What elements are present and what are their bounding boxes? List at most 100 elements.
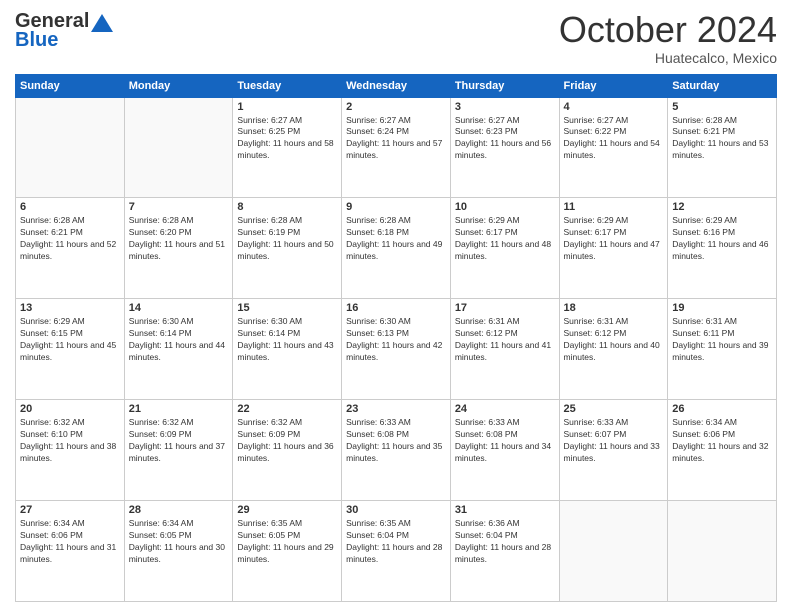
calendar-week-row: 1Sunrise: 6:27 AMSunset: 6:25 PMDaylight… bbox=[16, 97, 777, 198]
calendar-cell: 28Sunrise: 6:34 AMSunset: 6:05 PMDayligh… bbox=[124, 501, 233, 602]
day-info: Sunrise: 6:35 AMSunset: 6:04 PMDaylight:… bbox=[346, 518, 446, 566]
calendar-cell: 13 Sunrise: 6:29 AMSunset: 6:15 PMDayligh… bbox=[16, 299, 125, 400]
day-info: Sunrise: 6:28 AMSunset: 6:20 PMDaylight:… bbox=[129, 215, 229, 263]
calendar-cell: 17 Sunrise: 6:31 AMSunset: 6:12 PMDayligh… bbox=[450, 299, 559, 400]
day-info: Sunrise: 6:27 AMSunset: 6:24 PMDaylight:… bbox=[346, 115, 446, 163]
day-info: Sunrise: 6:28 AMSunset: 6:21 PMDaylight:… bbox=[20, 215, 120, 263]
day-header-monday: Monday bbox=[124, 74, 233, 97]
day-number: 27 bbox=[20, 504, 120, 516]
day-number: 1 bbox=[237, 101, 337, 113]
calendar-cell: 27 Sunrise: 6:34 AMSunset: 6:06 PMDayligh… bbox=[16, 501, 125, 602]
day-header-thursday: Thursday bbox=[450, 74, 559, 97]
calendar-cell bbox=[559, 501, 668, 602]
calendar-cell: 6 Sunrise: 6:28 AMSunset: 6:21 PMDaylight… bbox=[16, 198, 125, 299]
calendar-cell: 24 Sunrise: 6:33 AMSunset: 6:08 PMDayligh… bbox=[450, 400, 559, 501]
day-number: 12 bbox=[672, 201, 772, 213]
calendar-cell bbox=[124, 97, 233, 198]
day-number: 13 bbox=[20, 302, 120, 314]
calendar-cell: 23Sunrise: 6:33 AMSunset: 6:08 PMDayligh… bbox=[342, 400, 451, 501]
calendar-cell: 18 Sunrise: 6:31 AMSunset: 6:12 PMDayligh… bbox=[559, 299, 668, 400]
calendar-cell: 15Sunrise: 6:30 AMSunset: 6:14 PMDayligh… bbox=[233, 299, 342, 400]
day-info: Sunrise: 6:33 AMSunset: 6:08 PMDaylight:… bbox=[455, 417, 555, 465]
day-info: Sunrise: 6:29 AMSunset: 6:17 PMDaylight:… bbox=[455, 215, 555, 263]
day-number: 30 bbox=[346, 504, 446, 516]
day-header-tuesday: Tuesday bbox=[233, 74, 342, 97]
day-number: 5 bbox=[672, 101, 772, 113]
day-info: Sunrise: 6:29 AMSunset: 6:16 PMDaylight:… bbox=[672, 215, 772, 263]
day-info: Sunrise: 6:32 AMSunset: 6:09 PMDaylight:… bbox=[237, 417, 337, 465]
calendar-cell bbox=[16, 97, 125, 198]
day-info: Sunrise: 6:28 AMSunset: 6:18 PMDaylight:… bbox=[346, 215, 446, 263]
day-header-wednesday: Wednesday bbox=[342, 74, 451, 97]
calendar-cell: 10Sunrise: 6:29 AMSunset: 6:17 PMDayligh… bbox=[450, 198, 559, 299]
day-info: Sunrise: 6:30 AMSunset: 6:14 PMDaylight:… bbox=[237, 316, 337, 364]
day-number: 7 bbox=[129, 201, 229, 213]
calendar-cell: 19 Sunrise: 6:31 AMSunset: 6:11 PMDayligh… bbox=[668, 299, 777, 400]
day-info: Sunrise: 6:28 AMSunset: 6:21 PMDaylight:… bbox=[672, 115, 772, 163]
calendar-cell: 11 Sunrise: 6:29 AMSunset: 6:17 PMDayligh… bbox=[559, 198, 668, 299]
day-info: Sunrise: 6:27 AMSunset: 6:22 PMDaylight:… bbox=[564, 115, 664, 163]
calendar-week-row: 27 Sunrise: 6:34 AMSunset: 6:06 PMDayligh… bbox=[16, 501, 777, 602]
calendar-cell: 4 Sunrise: 6:27 AMSunset: 6:22 PMDaylight… bbox=[559, 97, 668, 198]
day-number: 26 bbox=[672, 403, 772, 415]
calendar-cell: 8 Sunrise: 6:28 AMSunset: 6:19 PMDaylight… bbox=[233, 198, 342, 299]
calendar-cell: 29Sunrise: 6:35 AMSunset: 6:05 PMDayligh… bbox=[233, 501, 342, 602]
day-info: Sunrise: 6:28 AMSunset: 6:19 PMDaylight:… bbox=[237, 215, 337, 263]
calendar-cell: 26 Sunrise: 6:34 AMSunset: 6:06 PMDayligh… bbox=[668, 400, 777, 501]
calendar-cell: 7 Sunrise: 6:28 AMSunset: 6:20 PMDaylight… bbox=[124, 198, 233, 299]
logo: General Blue bbox=[15, 10, 113, 52]
day-info: Sunrise: 6:33 AMSunset: 6:07 PMDaylight:… bbox=[564, 417, 664, 465]
logo-triangle-icon bbox=[91, 14, 113, 32]
calendar-cell: 21Sunrise: 6:32 AMSunset: 6:09 PMDayligh… bbox=[124, 400, 233, 501]
calendar-cell: 16 Sunrise: 6:30 AMSunset: 6:13 PMDayligh… bbox=[342, 299, 451, 400]
calendar-cell: 2 Sunrise: 6:27 AMSunset: 6:24 PMDaylight… bbox=[342, 97, 451, 198]
calendar-header-row: SundayMondayTuesdayWednesdayThursdayFrid… bbox=[16, 74, 777, 97]
day-info: Sunrise: 6:30 AMSunset: 6:13 PMDaylight:… bbox=[346, 316, 446, 364]
location-subtitle: Huatecalco, Mexico bbox=[559, 50, 777, 66]
day-number: 9 bbox=[346, 201, 446, 213]
day-info: Sunrise: 6:29 AMSunset: 6:17 PMDaylight:… bbox=[564, 215, 664, 263]
day-header-saturday: Saturday bbox=[668, 74, 777, 97]
day-number: 14 bbox=[129, 302, 229, 314]
calendar-cell: 12 Sunrise: 6:29 AMSunset: 6:16 PMDayligh… bbox=[668, 198, 777, 299]
calendar-week-row: 6 Sunrise: 6:28 AMSunset: 6:21 PMDaylight… bbox=[16, 198, 777, 299]
calendar-cell: 9 Sunrise: 6:28 AMSunset: 6:18 PMDaylight… bbox=[342, 198, 451, 299]
calendar-table: SundayMondayTuesdayWednesdayThursdayFrid… bbox=[15, 74, 777, 602]
calendar-cell: 5 Sunrise: 6:28 AMSunset: 6:21 PMDaylight… bbox=[668, 97, 777, 198]
title-area: October 2024 Huatecalco, Mexico bbox=[559, 10, 777, 66]
day-info: Sunrise: 6:31 AMSunset: 6:11 PMDaylight:… bbox=[672, 316, 772, 364]
day-info: Sunrise: 6:31 AMSunset: 6:12 PMDaylight:… bbox=[455, 316, 555, 364]
day-number: 28 bbox=[129, 504, 229, 516]
day-info: Sunrise: 6:27 AMSunset: 6:23 PMDaylight:… bbox=[455, 115, 555, 163]
day-info: Sunrise: 6:34 AMSunset: 6:06 PMDaylight:… bbox=[20, 518, 120, 566]
day-info: Sunrise: 6:31 AMSunset: 6:12 PMDaylight:… bbox=[564, 316, 664, 364]
day-number: 29 bbox=[237, 504, 337, 516]
calendar-cell: 31Sunrise: 6:36 AMSunset: 6:04 PMDayligh… bbox=[450, 501, 559, 602]
day-number: 4 bbox=[564, 101, 664, 113]
day-header-sunday: Sunday bbox=[16, 74, 125, 97]
day-number: 17 bbox=[455, 302, 555, 314]
calendar-cell bbox=[668, 501, 777, 602]
day-number: 16 bbox=[346, 302, 446, 314]
day-info: Sunrise: 6:34 AMSunset: 6:06 PMDaylight:… bbox=[672, 417, 772, 465]
day-number: 11 bbox=[564, 201, 664, 213]
day-number: 24 bbox=[455, 403, 555, 415]
day-info: Sunrise: 6:30 AMSunset: 6:14 PMDaylight:… bbox=[129, 316, 229, 364]
day-number: 2 bbox=[346, 101, 446, 113]
day-info: Sunrise: 6:32 AMSunset: 6:10 PMDaylight:… bbox=[20, 417, 120, 465]
day-number: 6 bbox=[20, 201, 120, 213]
logo-text-blue: Blue bbox=[15, 29, 58, 52]
calendar-cell: 30 Sunrise: 6:35 AMSunset: 6:04 PMDayligh… bbox=[342, 501, 451, 602]
day-number: 20 bbox=[20, 403, 120, 415]
day-info: Sunrise: 6:29 AMSunset: 6:15 PMDaylight:… bbox=[20, 316, 120, 364]
header: General Blue October 2024 Huatecalco, Me… bbox=[15, 10, 777, 66]
month-title: October 2024 bbox=[559, 10, 777, 50]
calendar-week-row: 20 Sunrise: 6:32 AMSunset: 6:10 PMDayligh… bbox=[16, 400, 777, 501]
day-header-friday: Friday bbox=[559, 74, 668, 97]
calendar-cell: 20 Sunrise: 6:32 AMSunset: 6:10 PMDayligh… bbox=[16, 400, 125, 501]
day-number: 19 bbox=[672, 302, 772, 314]
day-number: 8 bbox=[237, 201, 337, 213]
day-number: 18 bbox=[564, 302, 664, 314]
day-number: 23 bbox=[346, 403, 446, 415]
calendar-cell: 25Sunrise: 6:33 AMSunset: 6:07 PMDayligh… bbox=[559, 400, 668, 501]
